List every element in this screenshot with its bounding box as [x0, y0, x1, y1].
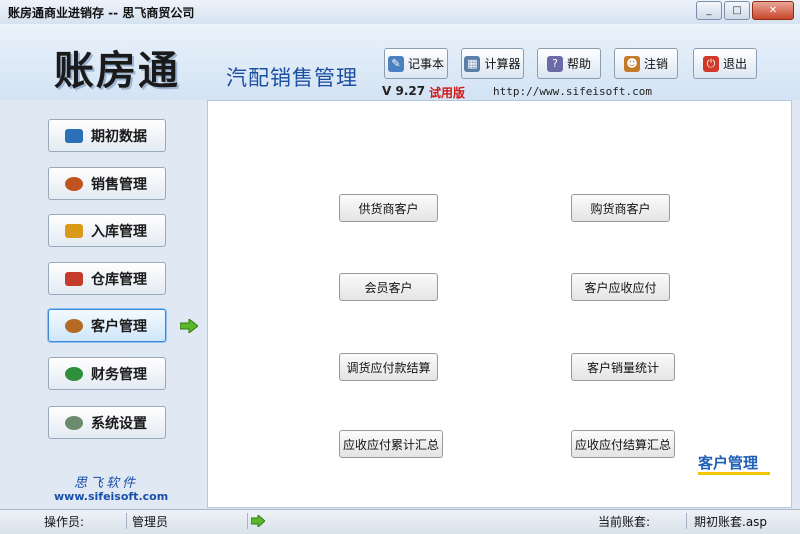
- customers-icon: [65, 318, 83, 333]
- title-bar: 账房通商业进销存 -- 思飞商贸公司 _ □ ✕: [0, 0, 800, 25]
- sidebar-item-warehouse[interactable]: 仓库管理: [48, 262, 166, 295]
- help-label: 帮助: [566, 57, 591, 71]
- sidebar-item-label: 系统设置: [91, 415, 147, 432]
- website-url: http://www.sifeisoft.com: [493, 85, 652, 98]
- logout-button[interactable]: ☻ 注销: [614, 48, 678, 79]
- help-icon: ?: [546, 55, 563, 72]
- calculator-button[interactable]: ▦ 计算器: [461, 48, 524, 79]
- company-logo-text: 思飞软件: [74, 476, 139, 491]
- sidebar: 期初数据 销售管理 入库管理 仓库管理 客户管理 财务管理 系统设置 思飞软件 …: [8, 100, 206, 508]
- minimize-button[interactable]: _: [696, 1, 722, 20]
- sidebar-item-label: 入库管理: [91, 223, 147, 240]
- sidebar-item-label: 财务管理: [91, 366, 147, 383]
- settlement-summary-button[interactable]: 应收应付结算汇总: [571, 430, 675, 458]
- calculator-label: 计算器: [484, 57, 521, 71]
- sidebar-item-finance[interactable]: 财务管理: [48, 357, 166, 390]
- status-bar: 操作员: 管理员 当前账套: 期初账套.asp: [0, 509, 800, 534]
- exit-label: 退出: [722, 57, 747, 71]
- users-icon: ☻: [623, 55, 640, 72]
- book-icon: [65, 128, 83, 143]
- app-logo: 账房通: [54, 47, 180, 94]
- section-underline: [698, 472, 770, 475]
- customer-sales-stats-button[interactable]: 客户销量统计: [571, 353, 675, 381]
- sidebar-item-opening-data[interactable]: 期初数据: [48, 119, 166, 152]
- module-subtitle: 汽配销售管理: [226, 66, 358, 90]
- buyer-customers-button[interactable]: 购货商客户: [571, 194, 670, 222]
- sidebar-item-label: 客户管理: [91, 318, 147, 335]
- operator-value: 管理员: [132, 515, 169, 529]
- window-title: 账房通商业进销存 -- 思飞商贸公司: [8, 6, 195, 20]
- operator-label: 操作员:: [44, 515, 85, 529]
- divider: [126, 513, 127, 529]
- sidebar-item-settings[interactable]: 系统设置: [48, 406, 166, 439]
- member-customers-button[interactable]: 会员客户: [339, 273, 438, 301]
- cumulative-summary-button[interactable]: 应收应付累计汇总: [339, 430, 443, 458]
- section-title: 客户管理: [698, 454, 759, 472]
- warehouse-icon: [65, 271, 83, 286]
- sidebar-item-label: 仓库管理: [91, 271, 147, 288]
- version-label: V 9.27: [382, 84, 426, 98]
- supplier-customers-button[interactable]: 供货商客户: [339, 194, 438, 222]
- money-icon: [65, 366, 83, 381]
- sidebar-item-stock-in[interactable]: 入库管理: [48, 214, 166, 247]
- calculator-icon: ▦: [464, 55, 481, 72]
- main-panel: 供货商客户 购货商客户 会员客户 客户应收应付 调货应付款结算 客户销量统计 应…: [207, 100, 792, 508]
- app-header: 账房通 汽配销售管理 V 9.27 试用版 http://www.sifeiso…: [0, 24, 800, 100]
- power-icon: ⏻: [702, 55, 719, 72]
- account-set-label: 当前账套:: [598, 515, 651, 529]
- divider: [686, 513, 687, 529]
- box-icon: [65, 223, 83, 238]
- sidebar-item-sales[interactable]: 销售管理: [48, 167, 166, 200]
- transfer-payment-settlement-button[interactable]: 调货应付款结算: [339, 353, 438, 381]
- trial-label: 试用版: [429, 86, 466, 100]
- logout-label: 注销: [643, 57, 668, 71]
- account-set-value: 期初账套.asp: [694, 515, 768, 529]
- exit-button[interactable]: ⏻ 退出: [693, 48, 757, 79]
- gears-icon: [65, 415, 83, 430]
- notepad-icon: ✎: [387, 55, 404, 72]
- sales-person-icon: [65, 176, 83, 191]
- arrow-right-icon: [251, 515, 265, 527]
- notepad-label: 记事本: [407, 57, 444, 71]
- divider: [247, 513, 248, 529]
- customer-receivables-button[interactable]: 客户应收应付: [571, 273, 670, 301]
- notepad-button[interactable]: ✎ 记事本: [384, 48, 448, 79]
- sidebar-item-label: 销售管理: [91, 176, 147, 193]
- company-website: www.sifeisoft.com: [54, 490, 169, 503]
- maximize-button[interactable]: □: [724, 1, 750, 20]
- close-button[interactable]: ✕: [752, 1, 794, 20]
- sidebar-item-customers[interactable]: 客户管理: [48, 309, 166, 342]
- help-button[interactable]: ? 帮助: [537, 48, 601, 79]
- window-controls: _ □ ✕: [696, 1, 794, 20]
- active-arrow-icon: [180, 319, 198, 333]
- sidebar-item-label: 期初数据: [91, 128, 147, 145]
